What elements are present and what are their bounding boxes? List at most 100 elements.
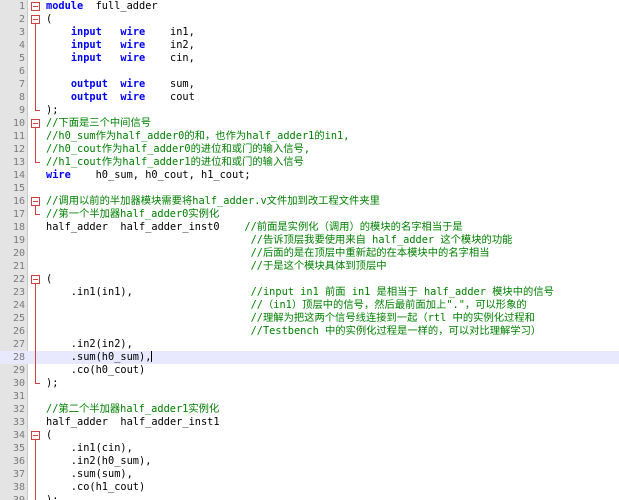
code-text[interactable]: //h1_cout作为half_adder1的进位和或门的输入信号: [46, 156, 304, 169]
code-line[interactable]: 13 //h1_cout作为half_adder1的进位和或门的输入信号: [0, 156, 619, 169]
code-text[interactable]: //h0_cout作为half_adder0的进位和或门的输入信号,: [46, 143, 310, 156]
code-line[interactable]: 9);: [0, 104, 619, 117]
fold-empty: [31, 221, 40, 234]
code-text[interactable]: //于是这个模块具体到顶层中: [46, 260, 387, 273]
comment-token: //下面是三个中间信号: [46, 117, 152, 129]
code-line[interactable]: 36 .in2(h0_sum),: [0, 455, 619, 468]
code-text[interactable]: .in1(cin),: [46, 442, 133, 455]
code-line[interactable]: 39);: [0, 494, 619, 500]
code-line[interactable]: 25 //理解为把这两个信号线连接到一起（rtl 中的实例化过程和: [0, 312, 619, 325]
code-text[interactable]: );: [46, 377, 58, 390]
code-line[interactable]: 27 .in2(in2),: [0, 338, 619, 351]
code-line[interactable]: 5 input wire cin,: [0, 52, 619, 65]
code-text[interactable]: .co(h0_cout): [46, 364, 145, 377]
code-line[interactable]: 22 (: [0, 273, 619, 286]
code-text[interactable]: (: [46, 13, 52, 26]
code-text[interactable]: //理解为把这两个信号线连接到一起（rtl 中的实例化过程和: [46, 312, 535, 325]
code-line[interactable]: 30);: [0, 377, 619, 390]
code-line[interactable]: 18 half_adder half_adder_inst0 //前面是实例化（调…: [0, 221, 619, 234]
code-text[interactable]: half_adder half_adder_inst0 //前面是实例化（调用）…: [46, 221, 463, 234]
code-line[interactable]: 16 //调用以前的半加器模块需要将half_adder.v文件加到改工程文件夹里: [0, 195, 619, 208]
comment-token: //Testbench 中的实例化过程是一样的，可以对比理解学习）: [250, 325, 542, 337]
code-line[interactable]: 21 //于是这个模块具体到顶层中: [0, 260, 619, 273]
code-text[interactable]: );: [46, 104, 58, 117]
line-number: 23: [12, 287, 25, 298]
code-line[interactable]: 4 input wire in2,: [0, 39, 619, 52]
fold-toggle-icon[interactable]: [31, 195, 40, 208]
code-text[interactable]: .co(h1_cout): [46, 481, 145, 494]
fold-toggle-icon[interactable]: [31, 429, 40, 442]
code-line[interactable]: 26 //Testbench 中的实例化过程是一样的，可以对比理解学习）: [0, 325, 619, 338]
line-number: 29: [12, 365, 25, 376]
code-text[interactable]: input wire in2,: [46, 39, 195, 52]
code-text[interactable]: //Testbench 中的实例化过程是一样的，可以对比理解学习）: [46, 325, 542, 338]
code-text[interactable]: //（in1）顶层中的信号，然后最前面加上"."，可以形象的: [46, 299, 527, 312]
code-text[interactable]: output wire sum,: [46, 78, 195, 91]
code-text[interactable]: wire h0_sum, h0_cout, h1_cout;: [46, 169, 251, 182]
code-text[interactable]: output wire cout: [46, 91, 195, 104]
code-text[interactable]: //第二个半加器half_adder1实例化: [46, 403, 219, 416]
code-line[interactable]: 3 input wire in1,: [0, 26, 619, 39]
comment-token: //前面是实例化（调用）的模块的名字相当于是: [244, 221, 463, 233]
fold-toggle-icon[interactable]: [31, 13, 40, 26]
code-line[interactable]: 34 (: [0, 429, 619, 442]
fold-guide-icon: [31, 39, 40, 52]
code-text[interactable]: //后面的是在顶层中重新起的在本模块中的名字相当: [46, 247, 490, 260]
fold-toggle-icon[interactable]: [31, 273, 40, 286]
code-line[interactable]: 19 //告诉顶层我要使用来自 half_adder 这个模块的功能: [0, 234, 619, 247]
code-text[interactable]: input wire cin,: [46, 52, 195, 65]
code-text[interactable]: .in1(in1), //input in1 前面 in1 是相当于 half_…: [46, 286, 554, 299]
code-line[interactable]: 35 .in1(cin),: [0, 442, 619, 455]
code-line[interactable]: 1 module full_adder: [0, 0, 619, 13]
code-line[interactable]: 2(: [0, 13, 619, 26]
comment-token: //（in1）顶层中的信号，然后最前面加上"."，可以形象的: [250, 299, 527, 311]
fold-guide-icon: [31, 442, 40, 455]
comment-token: //h1_cout作为half_adder1的进位和或门的输入信号: [46, 156, 304, 168]
code-line[interactable]: 12 //h0_cout作为half_adder0的进位和或门的输入信号,: [0, 143, 619, 156]
code-line[interactable]: 38 .co(h1_cout): [0, 481, 619, 494]
code-line[interactable]: 6: [0, 65, 619, 78]
code-line[interactable]: 28 .sum(h0_sum),: [0, 351, 619, 364]
code-text[interactable]: );: [46, 494, 58, 500]
code-line[interactable]: 8 output wire cout: [0, 91, 619, 104]
code-line[interactable]: 10 //下面是三个中间信号: [0, 117, 619, 130]
keyword-token: module: [46, 0, 84, 12]
code-token: half_adder half_adder_inst0: [46, 221, 245, 233]
fold-toggle-icon[interactable]: [31, 0, 40, 13]
code-text[interactable]: //告诉顶层我要使用来自 half_adder 这个模块的功能: [46, 234, 513, 247]
code-text[interactable]: .sum(sum),: [46, 468, 133, 481]
code-text[interactable]: (: [46, 429, 52, 442]
code-line[interactable]: 33 half_adder half_adder_inst1: [0, 416, 619, 429]
line-number: 17: [12, 209, 25, 220]
code-text[interactable]: //h0_sum作为half_adder0的和，也作为half_adder1的i…: [46, 130, 349, 143]
fold-toggle-icon[interactable]: [31, 117, 40, 130]
code-text[interactable]: .sum(h0_sum),: [46, 351, 153, 364]
code-text[interactable]: //调用以前的半加器模块需要将half_adder.v文件加到改工程文件夹里: [46, 195, 380, 208]
code-text[interactable]: .in2(h0_sum),: [46, 455, 152, 468]
code-text[interactable]: input wire in1,: [46, 26, 195, 39]
code-line[interactable]: 20 //后面的是在顶层中重新起的在本模块中的名字相当: [0, 247, 619, 260]
code-line[interactable]: 7 output wire sum,: [0, 78, 619, 91]
code-line[interactable]: 15: [0, 182, 619, 195]
code-token: .in1(cin),: [46, 442, 133, 454]
code-line[interactable]: 29 .co(h0_cout): [0, 364, 619, 377]
code-lines[interactable]: 1 module full_adder 2(3 input wire in1, 4 i…: [0, 0, 619, 500]
code-line[interactable]: 17 //第一个半加器half_adder0实例化: [0, 208, 619, 221]
code-line[interactable]: 23 .in1(in1), //input in1 前面 in1 是相当于 ha…: [0, 286, 619, 299]
code-line[interactable]: 24 //（in1）顶层中的信号，然后最前面加上"."，可以形象的: [0, 299, 619, 312]
code-editor[interactable]: 1 module full_adder 2(3 input wire in1, 4 i…: [0, 0, 619, 500]
code-token: );: [46, 377, 59, 389]
code-text[interactable]: half_adder half_adder_inst1: [46, 416, 220, 429]
code-line[interactable]: 32 //第二个半加器half_adder1实例化: [0, 403, 619, 416]
code-text[interactable]: //第一个半加器half_adder0实例化: [46, 208, 219, 221]
code-text[interactable]: //下面是三个中间信号: [46, 117, 151, 130]
code-text[interactable]: module full_adder: [46, 0, 158, 13]
code-line[interactable]: 31: [0, 390, 619, 403]
code-line[interactable]: 14 wire h0_sum, h0_cout, h1_cout;: [0, 169, 619, 182]
code-text[interactable]: .in2(in2),: [46, 338, 133, 351]
code-line[interactable]: 37 .sum(sum),: [0, 468, 619, 481]
fold-empty: [31, 416, 40, 429]
code-text[interactable]: (: [46, 273, 52, 286]
code-line[interactable]: 11 //h0_sum作为half_adder0的和，也作为half_adder1…: [0, 130, 619, 143]
